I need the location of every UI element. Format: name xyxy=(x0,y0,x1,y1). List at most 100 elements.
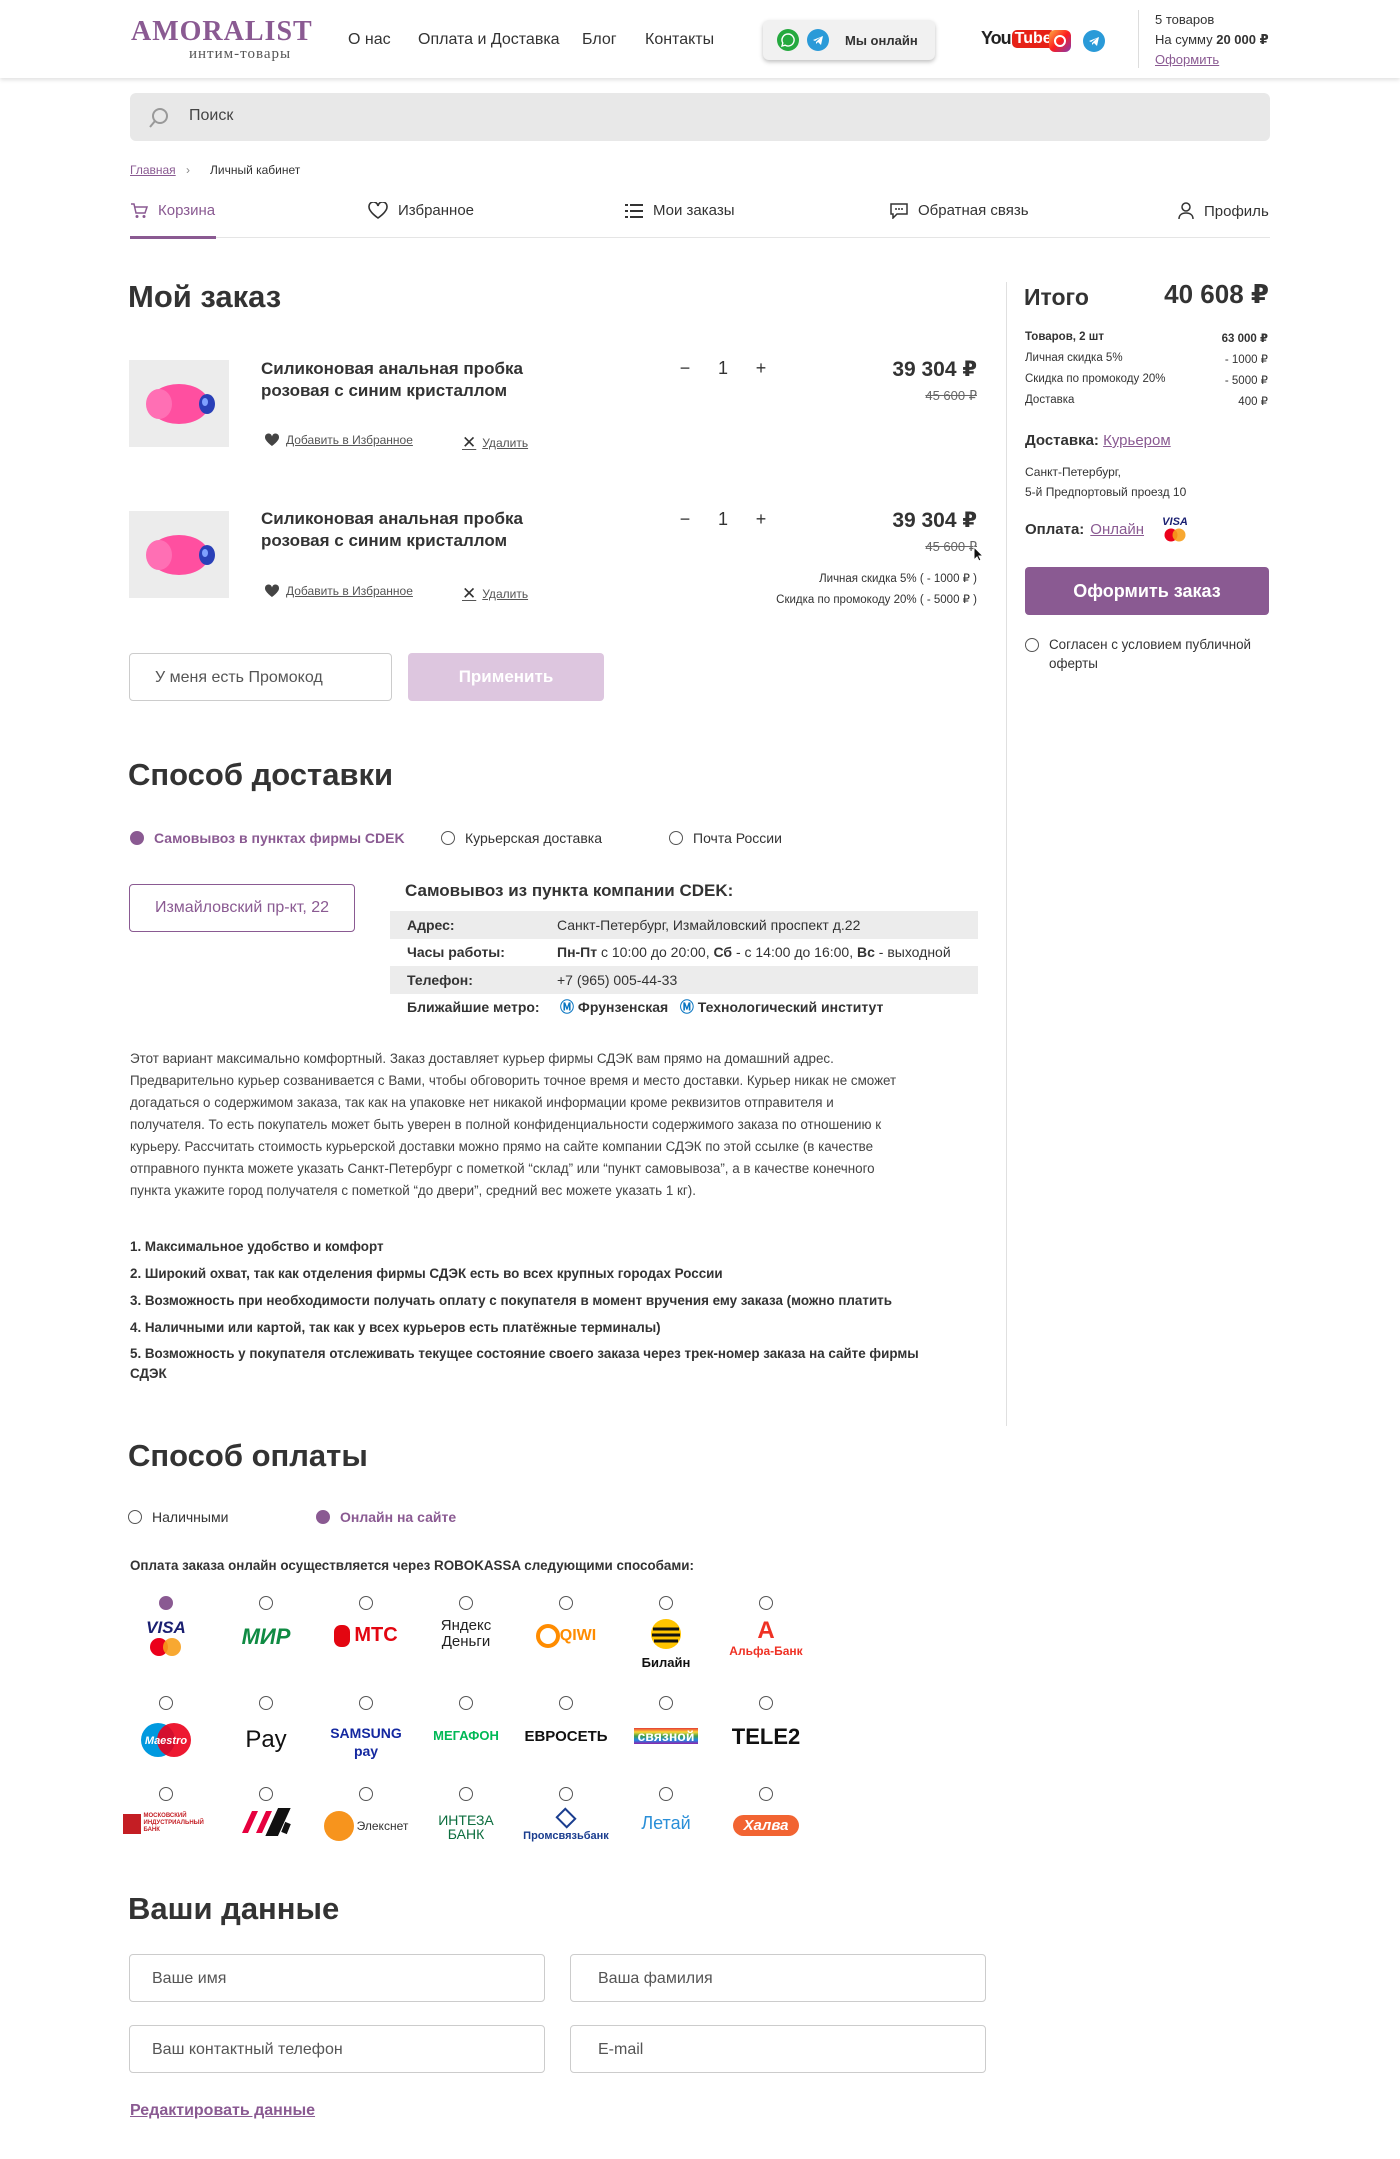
payment-method-letai[interactable]: Летай xyxy=(616,1787,716,1877)
header-checkout-link[interactable]: Оформить xyxy=(1155,52,1219,67)
payment-method-tele2[interactable]: TELE2 xyxy=(716,1696,816,1786)
delivery-description: Этот вариант максимально комфортный. Зак… xyxy=(130,1051,897,1198)
payment-method-mts[interactable]: МТС xyxy=(316,1596,416,1686)
payment-note: Оплата заказа онлайн осуществляется чере… xyxy=(130,1558,694,1573)
radio-selected[interactable] xyxy=(130,831,144,845)
tab-profile-label: Профиль xyxy=(1204,202,1269,220)
tab-feedback-label: Обратная связь xyxy=(918,202,1029,219)
tab-cart[interactable]: Корзина xyxy=(130,202,215,219)
payment-method-eleksnet[interactable]: Элекснет xyxy=(316,1787,416,1877)
telegram-icon[interactable] xyxy=(807,29,829,51)
radio[interactable] xyxy=(128,1510,142,1524)
last-name-field[interactable]: Ваша фамилия xyxy=(570,1954,986,2002)
payment-method-qiwi[interactable]: QIWI xyxy=(516,1596,616,1686)
delivery-option-courier[interactable]: Курьерская доставка xyxy=(441,830,602,846)
payment-option-cash[interactable]: Наличными xyxy=(128,1509,228,1525)
summary-row: Личная скидка 5% - 1000 ₽ xyxy=(1025,352,1268,366)
nav-payment-delivery[interactable]: Оплата и Доставка xyxy=(418,31,560,49)
remove-item-link[interactable]: ✕ Удалить xyxy=(462,433,528,453)
summary-row: Товаров, 2 шт 63 000 ₽ xyxy=(1025,331,1268,345)
summary-row: Скидка по промокоду 20% - 5000 ₽ xyxy=(1025,373,1268,387)
delivery-option-cdek-pickup[interactable]: Самовывоз в пунктах фирмы CDEK xyxy=(130,830,405,846)
payment-title: Способ оплаты xyxy=(128,1438,368,1473)
tab-favorites[interactable]: Избранное xyxy=(368,202,474,219)
nav-blog[interactable]: Блог xyxy=(582,31,617,49)
quantity-value: 1 xyxy=(717,509,728,529)
nav-contacts[interactable]: Контакты xyxy=(645,31,714,49)
pickup-address-row: Адрес: Санкт-Петербург, Измайловский прос… xyxy=(390,911,978,939)
payment-method-euroset[interactable]: ЕВРОСЕТЬ xyxy=(516,1696,616,1786)
delivery-benefits-list: 1. Максимальное удобство и комфорт 2. Шир… xyxy=(130,1239,919,1381)
edit-data-link[interactable]: Редактировать данные xyxy=(130,2102,315,2120)
delivery-option-post[interactable]: Почта России xyxy=(669,830,782,846)
summary-delivery: Доставка: Курьером xyxy=(1025,432,1171,449)
payment-method-beeline[interactable]: Билайн xyxy=(616,1596,716,1686)
remove-item-link[interactable]: ✕ Удалить xyxy=(462,584,528,604)
summary-delivery-link[interactable]: Курьером xyxy=(1103,432,1171,449)
item-price: 39 304 ₽ xyxy=(892,358,977,381)
product-image[interactable] xyxy=(129,360,229,447)
payment-method-halva[interactable]: Халва xyxy=(716,1787,816,1877)
tab-profile[interactable]: Профиль xyxy=(1178,202,1269,220)
instagram-icon[interactable] xyxy=(1049,30,1071,52)
visa-mastercard-icon: VISA xyxy=(1162,516,1188,542)
summary-row: Доставка 400 ₽ xyxy=(1025,394,1268,408)
increase-button[interactable]: + xyxy=(742,358,780,379)
payment-method-samsung-pay[interactable]: SAMSUNG pay xyxy=(316,1696,416,1786)
cart-icon xyxy=(131,202,148,218)
payment-method-visa[interactable]: VISA xyxy=(116,1596,216,1686)
decrease-button[interactable]: − xyxy=(666,358,704,379)
add-to-favorites-link[interactable]: Добавить в Избранное xyxy=(264,433,413,447)
payment-method-ii[interactable] xyxy=(216,1787,316,1877)
user-icon xyxy=(1178,202,1194,220)
payment-method-promsvyazbank[interactable]: Промсвязьбанк xyxy=(516,1787,616,1877)
nav-about[interactable]: О нас xyxy=(348,31,391,49)
payment-method-apple-pay[interactable]: Pay xyxy=(216,1696,316,1786)
payment-method-mib[interactable]: МОСКОВСКИЙ ИНДУСТРИАЛЬНЫЙ БАНК xyxy=(116,1787,216,1877)
summary-payment-link[interactable]: Онлайн xyxy=(1090,521,1144,538)
payment-method-alfa-bank[interactable]: A Альфа-Банк xyxy=(716,1596,816,1686)
agree-offer-checkbox[interactable]: Согласен с условием публичной оферты xyxy=(1025,635,1251,673)
first-name-field[interactable]: Ваше имя xyxy=(129,1954,545,2002)
chevron-right-icon: › xyxy=(186,163,190,177)
email-field[interactable]: E-mail xyxy=(570,2025,986,2073)
search-input[interactable]: Поиск xyxy=(130,93,1270,141)
payment-method-megafon[interactable]: МЕГАФОН xyxy=(416,1696,516,1786)
radio[interactable] xyxy=(669,831,683,845)
payment-method-maestro[interactable]: Maestro xyxy=(116,1696,216,1786)
whatsapp-icon[interactable] xyxy=(777,29,799,51)
youtube-icon[interactable]: You Tube xyxy=(981,28,1055,49)
logo[interactable]: AMORALIST xyxy=(131,18,313,46)
logo-subtitle: интим-товары xyxy=(189,46,292,62)
increase-button[interactable]: + xyxy=(742,509,780,530)
payment-method-svyaznoy[interactable]: связной xyxy=(616,1696,716,1786)
payment-option-online[interactable]: Онлайн на сайте xyxy=(316,1509,456,1525)
telegram-social-icon[interactable] xyxy=(1083,30,1105,52)
payment-method-yandex-money[interactable]: Яндекс Деньги xyxy=(416,1596,516,1686)
product-title[interactable]: Силиконовая анальная пробка розовая с син… xyxy=(261,358,561,402)
product-image[interactable] xyxy=(129,511,229,598)
online-chat-button[interactable]: Мы онлайн xyxy=(763,20,935,60)
decrease-button[interactable]: − xyxy=(666,509,704,530)
product-title[interactable]: Силиконовая анальная пробка розовая с син… xyxy=(261,508,561,552)
place-order-button[interactable]: Оформить заказ xyxy=(1025,567,1269,615)
phone-field[interactable]: Ваш контактный телефон xyxy=(129,2025,545,2073)
tab-favorites-label: Избранное xyxy=(398,202,475,219)
header-cart-summary: 5 товаров На сумму 20 000 ₽ Оформить xyxy=(1138,10,1269,68)
sidebar-divider xyxy=(1006,282,1007,1426)
payment-method-mir[interactable]: МИР xyxy=(216,1596,316,1686)
agree-offer-label: Согласен с условием публичной оферты xyxy=(1049,637,1252,671)
mouse-cursor-icon xyxy=(973,546,985,562)
radio-selected[interactable] xyxy=(316,1510,330,1524)
tab-my-orders[interactable]: Мои заказы xyxy=(625,202,735,219)
radio[interactable] xyxy=(441,831,455,845)
breadcrumb-home[interactable]: Главная xyxy=(130,163,176,177)
pickup-point-button[interactable]: Измайловский пр-кт, 22 xyxy=(129,884,355,932)
apply-promo-button[interactable]: Применить xyxy=(408,653,604,701)
promo-code-input[interactable]: У меня есть Промокод xyxy=(129,653,392,701)
tab-feedback[interactable]: Обратная связь xyxy=(890,202,1029,219)
payment-method-intesa[interactable]: ИНТЕЗА БАНК xyxy=(416,1787,516,1877)
maestro-text: Maestro xyxy=(145,1735,187,1747)
radio[interactable] xyxy=(1025,638,1039,652)
add-to-favorites-link[interactable]: Добавить в Избранное xyxy=(264,584,413,598)
